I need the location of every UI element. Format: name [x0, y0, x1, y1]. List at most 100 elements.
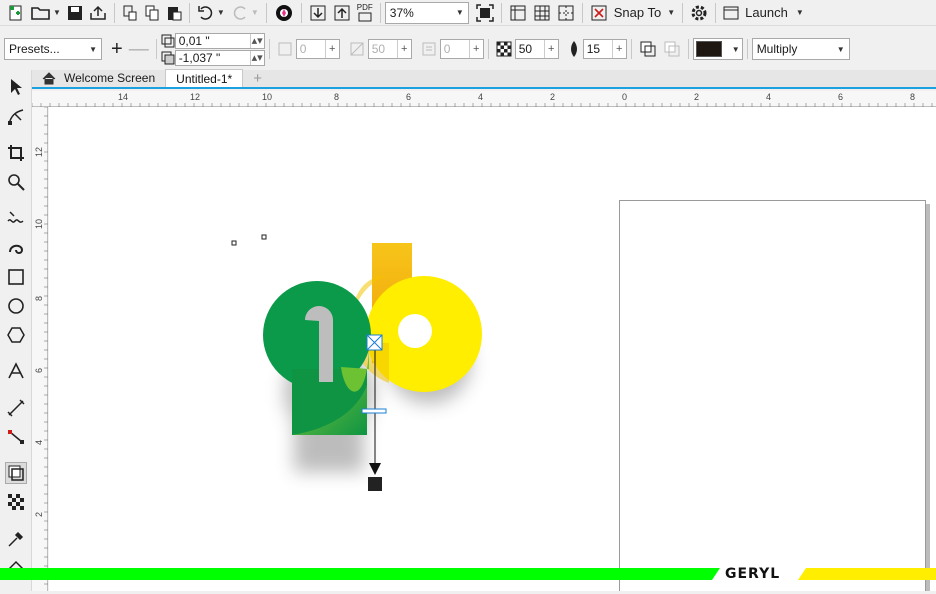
- drawing-canvas[interactable]: [49, 107, 936, 591]
- shadow-stretch-input[interactable]: 50 +: [367, 39, 412, 59]
- vertical-ruler[interactable]: 12 10 8 6 4 2: [32, 106, 48, 591]
- shadow-angle-input[interactable]: 0 +: [295, 39, 340, 59]
- main-toolbar: ▼ ▼ ▼ PDF 37% ▼ Snap To ▼ Launch ▼: [0, 0, 936, 26]
- shadow-stretch-icon: [346, 38, 368, 60]
- brand-bar: GERYL: [0, 566, 936, 582]
- eyedropper-tool-icon[interactable]: [5, 528, 27, 550]
- ruler-label: 12: [190, 92, 200, 102]
- merge-mode-combo[interactable]: Multiply ▼: [751, 38, 850, 60]
- launch-label: Launch: [745, 5, 788, 20]
- ruler-label: 14: [118, 92, 128, 102]
- tab-untitled-1[interactable]: Untitled-1*: [165, 69, 244, 87]
- tab-label: Untitled-1*: [176, 71, 233, 86]
- publish-pdf-icon[interactable]: PDF: [354, 2, 376, 24]
- show-rulers-icon[interactable]: [506, 2, 530, 24]
- pick-tool-icon[interactable]: [5, 76, 27, 98]
- launch-icon: [723, 6, 739, 19]
- zoom-level-combo[interactable]: 37% ▼: [384, 1, 469, 24]
- copy-icon[interactable]: [141, 2, 163, 24]
- ruler-label: 10: [262, 92, 272, 102]
- feather-direction-icon[interactable]: [636, 38, 660, 60]
- brand-logo-text: GERYL: [725, 566, 781, 582]
- add-preset-icon[interactable]: +: [108, 38, 126, 60]
- rectangle-tool-icon[interactable]: [5, 266, 27, 288]
- shadow-color-picker[interactable]: ▼: [692, 38, 743, 60]
- remove-preset-icon[interactable]: —: [126, 38, 152, 60]
- redo-icon[interactable]: ▼: [228, 2, 262, 24]
- shadow-fade-icon: [418, 38, 440, 60]
- new-document-icon[interactable]: [4, 2, 28, 24]
- upload-icon[interactable]: [86, 2, 110, 24]
- export-icon[interactable]: [330, 2, 354, 24]
- ruler-label: 12: [34, 147, 44, 157]
- shadow-opacity-icon: [493, 38, 515, 60]
- presets-value: Presets...: [9, 42, 60, 56]
- full-screen-icon[interactable]: [473, 2, 497, 24]
- zoom-tool-icon[interactable]: [5, 171, 27, 193]
- parallel-dimension-tool-icon[interactable]: [5, 397, 27, 419]
- offset-x-icon: [161, 34, 175, 47]
- shadow-color-swatch: [695, 41, 722, 57]
- show-guidelines-icon[interactable]: [554, 2, 578, 24]
- polygon-tool-icon[interactable]: [5, 324, 27, 346]
- open-folder-icon[interactable]: ▼: [28, 2, 64, 24]
- pdf-label: PDF: [356, 2, 373, 12]
- snap-to-button[interactable]: Snap To ▼: [611, 2, 678, 24]
- save-icon[interactable]: [64, 2, 86, 24]
- crop-tool-icon[interactable]: [5, 142, 27, 164]
- property-bar: Presets... ▼ + — 0,01 " ▴▾ -1,037 " ▴▾ 0 + …: [0, 32, 936, 66]
- freehand-tool-icon[interactable]: [5, 207, 27, 229]
- options-gear-icon[interactable]: [687, 2, 711, 24]
- shadow-angle-icon: [274, 38, 296, 60]
- undo-icon[interactable]: ▼: [194, 2, 228, 24]
- snap-to-icon[interactable]: [587, 2, 611, 24]
- presets-combo[interactable]: Presets... ▼: [4, 38, 102, 60]
- home-icon: [42, 71, 56, 84]
- ruler-label: 2: [550, 92, 555, 102]
- offset-x-input[interactable]: 0,01 " ▴▾: [174, 32, 265, 49]
- document-tabs: Welcome Screen Untitled-1* +: [32, 69, 936, 89]
- logo-letter-b: [351, 243, 482, 392]
- artistic-media-tool-icon[interactable]: [5, 236, 27, 258]
- logo-artwork[interactable]: [49, 107, 936, 591]
- ruler-label: 0: [622, 92, 627, 102]
- connector-tool-icon[interactable]: [5, 426, 27, 448]
- ruler-label: 4: [478, 92, 483, 102]
- horizontal-ruler[interactable]: 14 12 10 8 6 4 2 0 2 4 6 8: [31, 91, 936, 107]
- shadow-opacity-input[interactable]: 50 +: [514, 39, 559, 59]
- merge-mode-value: Multiply: [756, 42, 798, 56]
- cut-icon[interactable]: [119, 2, 141, 24]
- tab-welcome-screen[interactable]: Welcome Screen: [32, 69, 165, 87]
- feather-edges-icon[interactable]: [660, 38, 684, 60]
- launch-button[interactable]: Launch ▼: [720, 2, 807, 24]
- logo-letter-g: [263, 281, 371, 435]
- ruler-label: 2: [694, 92, 699, 102]
- offset-y-input[interactable]: -1,037 " ▴▾: [174, 49, 265, 66]
- ellipse-tool-icon[interactable]: [5, 295, 27, 317]
- ruler-label: 6: [406, 92, 411, 102]
- text-tool-icon[interactable]: [5, 360, 27, 382]
- horizontal-ruler-ticks: 14 12 10 8 6 4 2 0 2 4 6 8: [31, 92, 933, 107]
- import-icon[interactable]: [306, 2, 330, 24]
- drop-shadow-tool-icon[interactable]: [5, 462, 27, 484]
- tab-label: Welcome Screen: [64, 71, 156, 85]
- ruler-label: 6: [34, 368, 44, 373]
- ruler-label: 10: [34, 219, 44, 229]
- shape-tool-icon[interactable]: [5, 106, 27, 128]
- offset-y-icon: [161, 51, 175, 64]
- brand-stripes: [0, 568, 936, 580]
- node-marker[interactable]: [261, 234, 267, 240]
- zoom-level-value: 37%: [389, 5, 414, 20]
- show-grid-icon[interactable]: [530, 2, 554, 24]
- new-tab-icon[interactable]: +: [243, 69, 272, 87]
- shadow-feather-input[interactable]: 15 +: [582, 39, 627, 59]
- snap-to-label: Snap To: [613, 5, 662, 20]
- node-marker[interactable]: [231, 240, 237, 246]
- ruler-label: 6: [838, 92, 843, 102]
- ruler-label: 4: [766, 92, 771, 102]
- corel-connect-icon[interactable]: [271, 2, 297, 24]
- paste-icon[interactable]: [163, 2, 185, 24]
- ruler-label: 8: [34, 296, 44, 301]
- shadow-fade-input[interactable]: 0 +: [439, 39, 484, 59]
- transparency-tool-icon[interactable]: [5, 491, 27, 513]
